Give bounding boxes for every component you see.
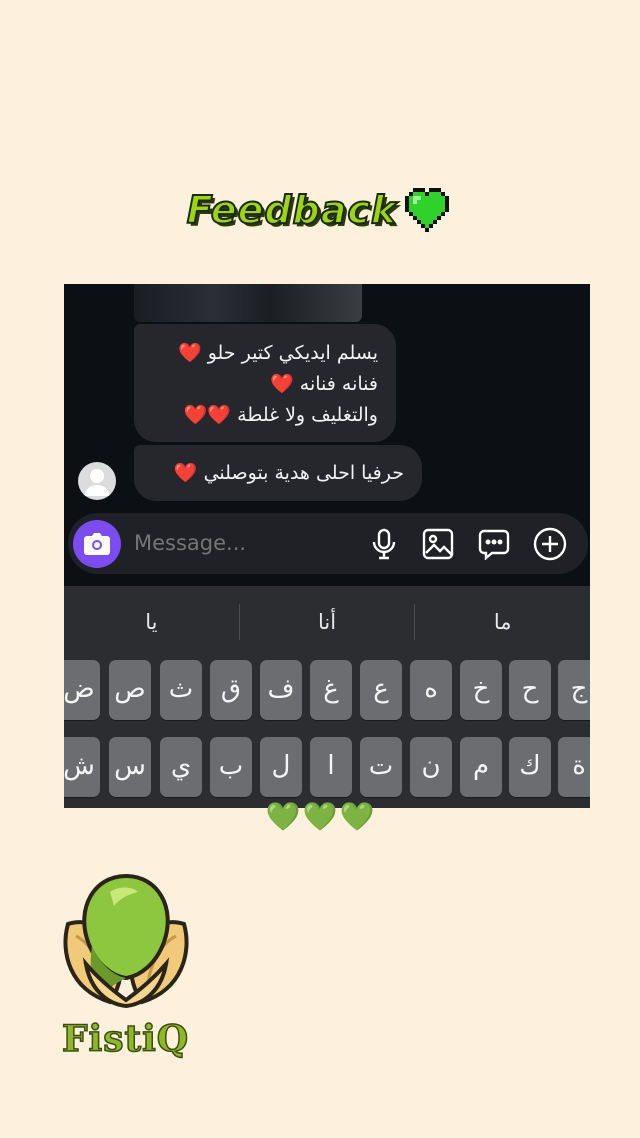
key[interactable]: م [460,737,502,797]
key[interactable]: ث [160,660,202,720]
key[interactable]: ج [558,660,590,720]
default-avatar-icon [84,469,110,496]
camera-button[interactable] [73,520,121,568]
brand-name: FistiQ [61,1017,190,1061]
key[interactable]: س [109,737,151,797]
suggestion-bar: يا أنا ما [64,586,590,658]
key[interactable]: ش [64,737,100,797]
shared-photo [134,284,362,322]
green-heart-emoji: 💚 [302,800,338,833]
key[interactable]: خ [460,660,502,720]
gallery-button[interactable] [421,527,455,561]
key[interactable]: ة [558,737,590,797]
sticker-button[interactable] [477,527,511,561]
key[interactable]: ص [109,660,151,720]
microphone-icon [372,528,396,560]
key[interactable]: ل [260,737,302,797]
suggestion-item[interactable]: ما [415,586,590,658]
green-pixel-heart-icon [405,188,450,232]
message-bubble: يسلم ايديكي كتير حلو ❤️ فنانه فنانه ❤️ و… [134,324,396,442]
key[interactable]: ض [64,660,100,720]
key[interactable]: ب [210,737,252,797]
key[interactable]: ع [360,660,402,720]
gallery-icon [422,528,454,560]
green-hearts: 💚 💚 💚 [0,800,640,834]
heart-emoji: ❤️❤️ [183,404,232,426]
key[interactable]: ف [260,660,302,720]
message-input[interactable] [134,513,354,574]
key[interactable]: ت [360,737,402,797]
suggestion-item[interactable]: يا [64,586,239,658]
message-composer [68,513,588,574]
heart-emoji: ❤️ [173,462,198,484]
message-line: يسلم ايديكي كتير حلو ❤️ [177,342,378,364]
microphone-button[interactable] [367,527,401,561]
message-line: والتغليف ولا غلطة ❤️❤️ [183,404,378,426]
heart-emoji: ❤️ [270,373,294,395]
avatar[interactable] [78,462,116,500]
key[interactable]: ح [509,660,551,720]
keyboard: يا أنا ما ض ص ث ق ف غ ع ه خ ح ج ش س ي ب … [64,586,590,808]
green-heart-emoji: 💚 [265,800,301,833]
green-heart-emoji: 💚 [339,800,375,833]
chat-screenshot: يسلم ايديكي كتير حلو ❤️ فنانه فنانه ❤️ و… [64,284,590,808]
feedback-title: Feedback [186,187,398,233]
key[interactable]: ه [410,660,452,720]
key[interactable]: ن [410,737,452,797]
pistachio-logo-icon [63,873,189,1008]
suggestion-item[interactable]: أنا [240,586,415,658]
camera-icon [84,533,110,555]
key-row: ض ص ث ق ف غ ع ه خ ح ج [64,660,590,720]
key[interactable]: ي [160,737,202,797]
key[interactable]: ك [509,737,551,797]
plus-button[interactable] [533,527,567,561]
key[interactable]: ا [310,737,352,797]
message-bubble: حرفيا احلى هدية بتوصلني ❤️ [134,445,422,501]
plus-icon [533,527,567,561]
key[interactable]: ق [210,660,252,720]
key[interactable]: غ [310,660,352,720]
header: Feedback [0,180,640,240]
heart-emoji: ❤️ [177,342,202,364]
sticker-icon [478,529,510,560]
message-line: فنانه فنانه ❤️ [270,373,378,395]
key-row: ش س ي ب ل ا ت ن م ك ة [64,737,590,797]
